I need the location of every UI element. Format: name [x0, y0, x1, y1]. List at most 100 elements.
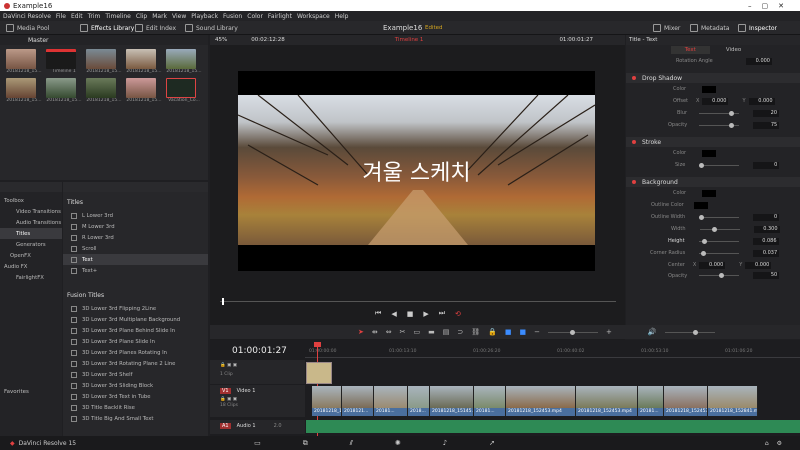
zoom-slider[interactable]: [547, 329, 598, 335]
scrubber-track[interactable]: [220, 298, 616, 305]
offset-x-value[interactable]: 0.000: [702, 97, 729, 105]
lock-icon[interactable]: 🔒 ▣ ▣: [220, 363, 237, 368]
fusion-item[interactable]: 3D Lower 3rd Rotating Plane 2 Line: [63, 358, 208, 369]
scrubber-playhead[interactable]: [222, 298, 224, 305]
tree-toolbox[interactable]: Toolbox: [0, 195, 62, 206]
fusion-item[interactable]: 3D Title Backlit Rise: [63, 402, 208, 413]
mixer-button[interactable]: Mixer: [653, 24, 680, 32]
slider-knob[interactable]: [719, 273, 725, 278]
enabled-dot-icon[interactable]: [632, 180, 636, 184]
slider-knob[interactable]: [699, 214, 705, 220]
tree-generators[interactable]: Generators: [0, 239, 62, 250]
video-clip[interactable]: 20181218_152453.mp4: [506, 386, 576, 416]
edit-page-icon[interactable]: ⫽: [350, 439, 353, 448]
audio-clip[interactable]: [306, 420, 800, 433]
width-slider[interactable]: [699, 226, 740, 232]
menu-item[interactable]: Color: [247, 13, 263, 20]
overwrite-icon[interactable]: ▬: [428, 328, 435, 336]
zoom-level[interactable]: 45%: [215, 37, 227, 43]
bg-opacity-value[interactable]: 50: [753, 272, 780, 279]
outline-width-slider[interactable]: [699, 214, 740, 220]
fusion-page-icon[interactable]: ✺: [395, 439, 401, 447]
video-clip[interactable]: 20181218_152453.mp4: [576, 386, 638, 416]
media-item[interactable]: 20181218_15...: [86, 78, 126, 103]
snapping-icon[interactable]: ⊃: [457, 328, 463, 336]
rotation-value[interactable]: 0.000: [746, 57, 772, 65]
background-section[interactable]: Background: [626, 177, 800, 187]
menu-item[interactable]: View: [172, 13, 186, 20]
menu-item[interactable]: File: [56, 13, 66, 20]
menu-item[interactable]: Fairlight: [268, 13, 292, 20]
go-to-start-icon[interactable]: ⏮: [375, 309, 381, 318]
effect-item[interactable]: M Lower 3rd: [63, 221, 208, 232]
inspector-button[interactable]: Inspector: [738, 24, 777, 32]
size-slider[interactable]: [699, 162, 740, 168]
blade-tool-icon[interactable]: ✂: [400, 328, 406, 336]
fusion-item[interactable]: 3D Lower 3rd Planes Rotating In: [63, 347, 208, 358]
volume-icon[interactable]: 🔊: [648, 328, 657, 336]
slider-knob[interactable]: [701, 250, 707, 256]
fusion-item[interactable]: 3D Lower 3rd Shelf: [63, 369, 208, 380]
slider-knob[interactable]: [699, 162, 705, 168]
video-clip[interactable]: 20181...: [638, 386, 664, 416]
trim-tool-icon[interactable]: ⇹: [372, 328, 378, 336]
media-page-icon[interactable]: ▭: [254, 439, 261, 447]
menu-item[interactable]: Trim: [88, 13, 101, 20]
opacity-value[interactable]: 75: [753, 121, 780, 129]
enabled-dot-icon[interactable]: [632, 140, 636, 144]
insert-icon[interactable]: ▭: [414, 328, 421, 336]
video-clip[interactable]: 20181218_15...: [312, 386, 342, 416]
tree-video-transitions[interactable]: Video Transitions: [0, 206, 62, 217]
stop-icon[interactable]: ■: [407, 310, 414, 318]
offset-y-value[interactable]: 0.000: [748, 97, 775, 105]
metadata-button[interactable]: Metadata: [690, 24, 729, 32]
effect-item[interactable]: R Lower 3rd: [63, 232, 208, 243]
go-to-end-icon[interactable]: ⏭: [439, 309, 445, 318]
tree-titles[interactable]: Titles: [0, 228, 62, 239]
video-clip[interactable]: 20181218_152453.mp4: [664, 386, 708, 416]
zoom-out-icon[interactable]: −: [534, 328, 540, 336]
link-icon[interactable]: ⛓: [471, 328, 480, 336]
video-frame[interactable]: 겨울 스케치: [238, 71, 595, 271]
media-item[interactable]: 20181218_15...: [166, 49, 206, 74]
center-y-value[interactable]: 0.000: [745, 261, 772, 269]
play-icon[interactable]: ▶: [423, 310, 428, 318]
size-value[interactable]: 0: [753, 161, 780, 169]
corner-slider[interactable]: [699, 250, 740, 256]
dynamic-trim-icon[interactable]: ⇔: [386, 328, 392, 336]
cut-page-icon[interactable]: ⧉: [303, 439, 308, 448]
color-swatch[interactable]: [693, 201, 708, 209]
replace-icon[interactable]: ▤: [443, 328, 450, 336]
enabled-dot-icon[interactable]: [632, 76, 636, 80]
marker-icon[interactable]: ■: [519, 328, 526, 336]
drop-shadow-section[interactable]: Drop Shadow: [626, 73, 800, 83]
loop-icon[interactable]: ⟲: [455, 310, 461, 318]
tree-fairlightfx[interactable]: FairlightFX: [0, 272, 62, 283]
stroke-section[interactable]: Stroke: [626, 137, 800, 147]
media-item[interactable]: 20181218_15...: [6, 49, 46, 74]
blur-slider[interactable]: [699, 110, 740, 116]
fusion-item[interactable]: 3D Lower 3rd Plane Slide In: [63, 336, 208, 347]
home-settings-icons[interactable]: ⌂⚙: [765, 440, 790, 447]
corner-value[interactable]: 0.037: [753, 249, 780, 257]
fusion-item[interactable]: 3D Lower 3rd Plane Behind Slide In: [63, 325, 208, 336]
title-clip[interactable]: [306, 362, 332, 384]
fusion-item[interactable]: 3D Lower 3rd Flipping 2Line: [63, 303, 208, 314]
track-controls[interactable]: 🔒 ▣ ▣: [220, 397, 295, 402]
media-item[interactable]: 20181218_15...: [126, 78, 166, 103]
flag-icon[interactable]: ■: [505, 328, 512, 336]
slider-knob[interactable]: [701, 238, 707, 244]
track-name[interactable]: Video 1: [237, 388, 256, 394]
track-name[interactable]: Audio 1: [237, 423, 256, 429]
timeline-ruler[interactable]: 01:00:00:00 01:00:13:10 01:00:26:20 01:0…: [305, 344, 800, 358]
video-clip[interactable]: 2018...: [408, 386, 430, 416]
menu-item[interactable]: Fusion: [223, 13, 242, 20]
menu-item[interactable]: Clip: [136, 13, 147, 20]
media-item[interactable]: Vacation_Co...: [166, 78, 206, 103]
color-swatch[interactable]: [702, 85, 717, 93]
width-value[interactable]: 0.300: [753, 225, 780, 233]
color-swatch[interactable]: [702, 149, 717, 157]
zoom-in-icon[interactable]: +: [606, 328, 612, 336]
window-controls[interactable]: –▢✕: [748, 2, 794, 10]
fusion-item[interactable]: 3D Lower 3rd Text in Tube: [63, 391, 208, 402]
